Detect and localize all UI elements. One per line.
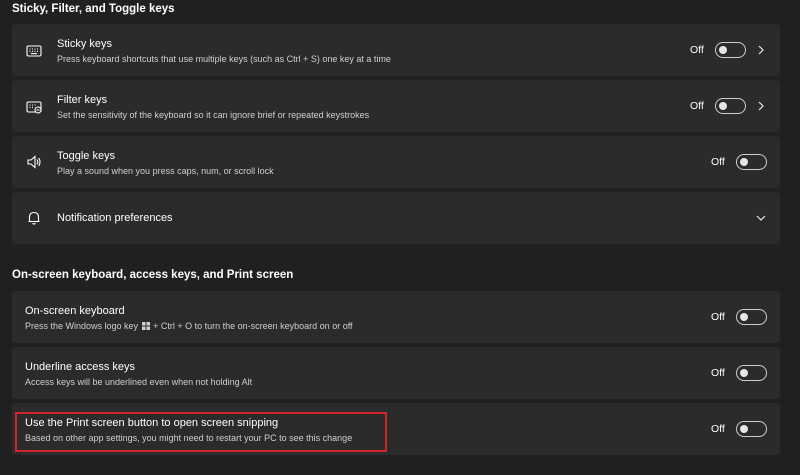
chevron-down-icon[interactable] bbox=[756, 213, 766, 223]
bell-icon bbox=[26, 210, 42, 226]
filter-keys-title: Filter keys bbox=[57, 94, 108, 106]
onscreen-keyboard-state-label: Off bbox=[711, 311, 725, 323]
underline-access-keys-toggle[interactable] bbox=[736, 365, 767, 381]
onscreen-keyboard-description-part1: Press the Windows logo key bbox=[25, 321, 139, 331]
notification-preferences-row[interactable]: Notification preferences bbox=[12, 192, 780, 244]
toggle-knob bbox=[719, 102, 727, 110]
toggle-keys-toggle[interactable] bbox=[736, 154, 767, 170]
underline-access-keys-description: Access keys will be underlined even when… bbox=[25, 377, 253, 387]
toggle-keys-title: Toggle keys bbox=[57, 150, 116, 162]
sticky-keys-toggle[interactable] bbox=[715, 42, 746, 58]
chevron-right-icon[interactable] bbox=[756, 45, 766, 55]
speaker-icon bbox=[26, 154, 42, 170]
onscreen-keyboard-title: On-screen keyboard bbox=[25, 305, 125, 317]
toggle-knob bbox=[740, 158, 748, 166]
toggle-knob bbox=[719, 46, 727, 54]
onscreen-keyboard-row[interactable]: On-screen keyboard Press the Windows log… bbox=[12, 291, 780, 343]
print-screen-snipping-description: Based on other app settings, you might n… bbox=[25, 433, 353, 443]
sticky-keys-description: Press keyboard shortcuts that use multip… bbox=[57, 54, 391, 64]
print-screen-snipping-state-label: Off bbox=[711, 423, 725, 435]
underline-access-keys-title: Underline access keys bbox=[25, 361, 136, 373]
onscreen-keyboard-toggle[interactable] bbox=[736, 309, 767, 325]
filter-keys-toggle[interactable] bbox=[715, 98, 746, 114]
keyboard-filter-icon bbox=[26, 99, 42, 115]
chevron-right-icon[interactable] bbox=[756, 101, 766, 111]
section-title-onscreen-keyboard: On-screen keyboard, access keys, and Pri… bbox=[12, 269, 294, 281]
sticky-keys-title: Sticky keys bbox=[57, 38, 113, 50]
print-screen-snipping-toggle[interactable] bbox=[736, 421, 767, 437]
toggle-keys-row[interactable]: Toggle keys Play a sound when you press … bbox=[12, 136, 780, 188]
toggle-knob bbox=[740, 369, 748, 377]
print-screen-snipping-title: Use the Print screen button to open scre… bbox=[25, 417, 279, 429]
toggle-keys-state-label: Off bbox=[711, 156, 725, 168]
underline-access-keys-state-label: Off bbox=[711, 367, 725, 379]
filter-keys-row[interactable]: Filter keys Set the sensitivity of the k… bbox=[12, 80, 780, 132]
section-title-sticky-filter-toggle: Sticky, Filter, and Toggle keys bbox=[12, 3, 175, 15]
notification-preferences-title: Notification preferences bbox=[57, 212, 173, 224]
toggle-knob bbox=[740, 313, 748, 321]
windows-logo-icon bbox=[141, 322, 150, 330]
keyboard-icon bbox=[26, 43, 42, 59]
underline-access-keys-row[interactable]: Underline access keys Access keys will b… bbox=[12, 347, 780, 399]
sticky-keys-row[interactable]: Sticky keys Press keyboard shortcuts tha… bbox=[12, 24, 780, 76]
toggle-knob bbox=[740, 425, 748, 433]
onscreen-keyboard-description-part2: + Ctrl + O to turn the on-screen keyboar… bbox=[153, 321, 353, 331]
onscreen-keyboard-description: Press the Windows logo key + Ctrl + O to… bbox=[25, 321, 353, 331]
sticky-keys-state-label: Off bbox=[690, 44, 704, 56]
filter-keys-state-label: Off bbox=[690, 100, 704, 112]
toggle-keys-description: Play a sound when you press caps, num, o… bbox=[57, 166, 274, 176]
filter-keys-description: Set the sensitivity of the keyboard so i… bbox=[57, 110, 370, 120]
print-screen-snipping-row[interactable]: Use the Print screen button to open scre… bbox=[12, 403, 780, 455]
